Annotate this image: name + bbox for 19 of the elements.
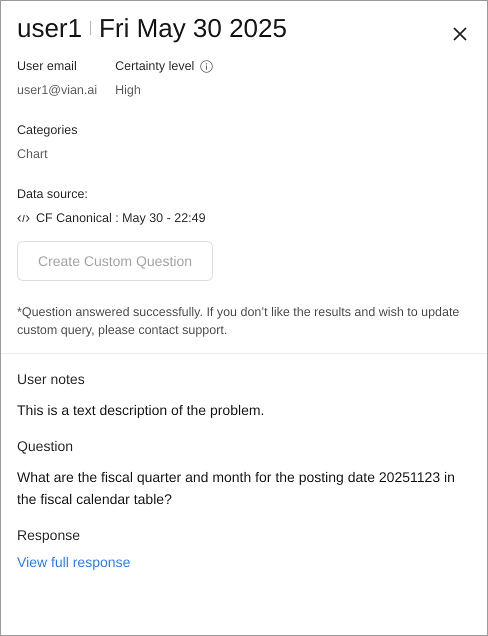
field-label: Certainty level	[115, 59, 194, 73]
field-label: User email	[17, 59, 77, 73]
section-title: User notes	[17, 370, 86, 388]
view-response-link[interactable]: View full response	[17, 554, 130, 570]
field-label: Data source:	[17, 186, 89, 203]
field-value: user1@vian.ai	[17, 83, 98, 97]
section-title: Question	[17, 437, 74, 455]
data-source-value: CF Canonical : May 30 - 22:49	[36, 211, 206, 225]
field-value: High	[115, 83, 142, 97]
section-title: Response	[17, 526, 82, 544]
code-icon	[17, 214, 30, 222]
date-title: Fri May 30 2025	[99, 12, 287, 44]
section-text: What are the fiscal quarter and month for the posting date 20251123 in the fiscal calendar table?	[17, 468, 456, 509]
field-label: Categories	[17, 122, 78, 139]
field-value: Chart	[17, 147, 49, 161]
note-text: *Question answered successfully. If you don’t like the results and wish to update custom query, please contact support.	[17, 304, 460, 339]
section-text: This is a text description of the problem.	[17, 401, 266, 420]
info-icon[interactable]	[200, 60, 214, 72]
user-name: user1	[17, 12, 82, 44]
